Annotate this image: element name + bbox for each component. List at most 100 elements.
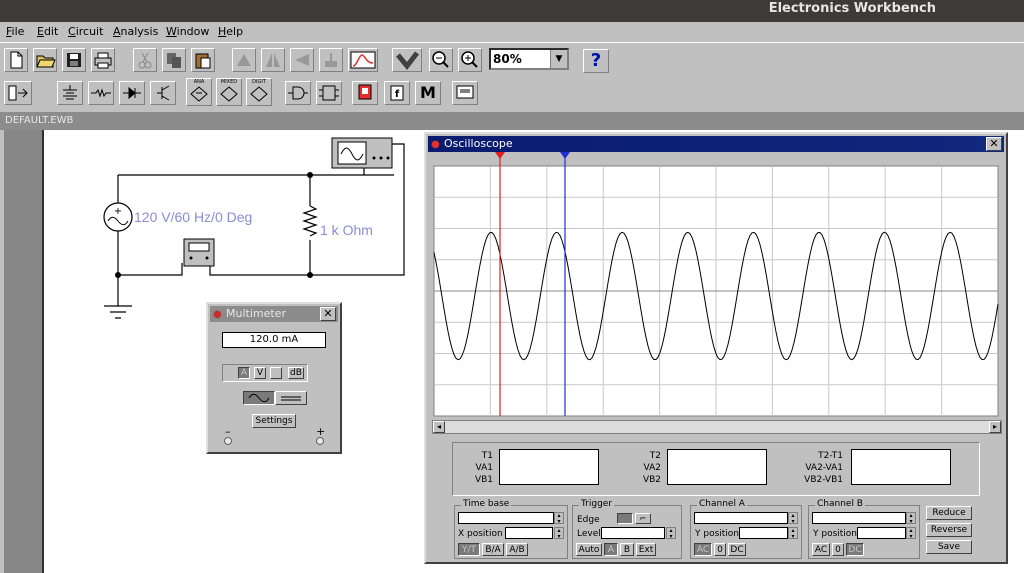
channel-a-ac-button[interactable]: AC	[694, 543, 712, 556]
miscellaneous-bin-icon[interactable]: M	[415, 81, 441, 105]
zoom-select[interactable]: 80% ▼	[489, 48, 569, 70]
dc-mode-button[interactable]	[275, 391, 307, 405]
open-folder-icon[interactable]	[33, 48, 57, 72]
ab-mode-button[interactable]: A/B	[506, 543, 528, 556]
sources-bin-icon[interactable]	[57, 81, 83, 105]
close-icon[interactable]: ✕	[320, 307, 336, 321]
multimeter-titlebar[interactable]: ● Multimeter ✕	[210, 306, 338, 322]
paste-icon[interactable]	[191, 48, 215, 72]
positive-terminal-icon[interactable]	[316, 437, 324, 445]
menu-analysis[interactable]: Analysis	[113, 25, 158, 38]
window-titlebar: Electronics Workbench	[0, 0, 1024, 22]
oscilloscope-component-icon[interactable]	[331, 137, 393, 169]
trigger-ext-button[interactable]: Ext	[636, 543, 656, 556]
flip-vertical-icon[interactable]	[290, 48, 314, 72]
new-file-icon[interactable]	[4, 48, 28, 72]
rising-edge-icon[interactable]	[617, 513, 633, 524]
channel-b-y-position-input[interactable]	[857, 527, 906, 539]
zoom-in-icon[interactable]	[458, 48, 482, 72]
activate-simulation-icon[interactable]	[392, 48, 422, 72]
channel-a-zero-button[interactable]: 0	[714, 543, 726, 556]
channel-b-zero-button[interactable]: 0	[832, 543, 844, 556]
oscilloscope-titlebar[interactable]: ● Oscilloscope ✕	[428, 136, 1004, 152]
flip-horizontal-icon[interactable]	[261, 48, 285, 72]
delta-readout	[851, 449, 951, 485]
menu-circuit[interactable]: Circuit	[68, 25, 103, 38]
cursor-1-handle-icon[interactable]	[495, 152, 505, 159]
ammeter-mode-button[interactable]: A	[238, 367, 250, 379]
x-position-spinner[interactable]: ▴ ▾	[554, 527, 564, 540]
trigger-group: Trigger Edge ⌐ Level ▴ ▾ Auto A B Ext	[572, 499, 682, 559]
channel-a-scale-spinner[interactable]: ▴ ▾	[788, 512, 798, 525]
trigger-b-button[interactable]: B	[620, 543, 634, 556]
copy-icon[interactable]	[162, 48, 186, 72]
help-button[interactable]: ?	[583, 49, 609, 73]
reduce-button[interactable]: Reduce	[926, 506, 972, 520]
x-position-input[interactable]	[505, 527, 553, 539]
timebase-spinner[interactable]: ▴ ▾	[554, 512, 564, 525]
save-disk-icon[interactable]	[62, 48, 86, 72]
timebase-input[interactable]	[458, 512, 554, 524]
trigger-level-spinner[interactable]: ▴ ▾	[666, 527, 676, 540]
ac-mode-button[interactable]	[243, 391, 275, 405]
settings-button[interactable]: Settings	[252, 414, 296, 428]
decibel-mode-button[interactable]: dB	[288, 367, 304, 379]
indicators-bin-icon[interactable]	[352, 81, 378, 105]
channel-a-y-position-spinner[interactable]: ▴ ▾	[788, 527, 798, 540]
reverse-button[interactable]: Reverse	[926, 523, 972, 537]
probe-icon: ●	[431, 139, 440, 150]
rotate-icon[interactable]	[232, 48, 256, 72]
channel-a-scale-input[interactable]	[694, 512, 788, 524]
logic-gates-bin-icon[interactable]	[285, 81, 311, 105]
menu-window[interactable]: Window	[166, 25, 209, 38]
cut-icon[interactable]	[133, 48, 157, 72]
channel-b-scale-input[interactable]	[812, 512, 906, 524]
menu-edit[interactable]: Edit	[37, 25, 58, 38]
diodes-bin-icon[interactable]	[119, 81, 145, 105]
channel-b-y-position-spinner[interactable]: ▴ ▾	[906, 527, 916, 540]
ohmmeter-mode-button[interactable]	[270, 367, 282, 379]
channel-b-scale-spinner[interactable]: ▴ ▾	[906, 512, 916, 525]
digital-ics-bin-icon[interactable]: DIGIT	[246, 78, 272, 106]
trigger-a-button[interactable]: A	[604, 543, 618, 556]
scroll-right-icon[interactable]: ▸	[989, 421, 1001, 433]
digital-bin-icon[interactable]	[316, 81, 342, 105]
channel-b-ac-button[interactable]: AC	[812, 543, 830, 556]
menu-file[interactable]: File	[6, 25, 24, 38]
resistor-zigzag	[302, 205, 318, 237]
close-icon[interactable]: ✕	[986, 137, 1002, 151]
trigger-auto-button[interactable]: Auto	[576, 543, 602, 556]
negative-terminal-icon[interactable]	[224, 437, 232, 445]
channel-a-y-position-input[interactable]	[739, 527, 788, 539]
yt-mode-button[interactable]: Y/T	[458, 543, 480, 556]
transistors-bin-icon[interactable]	[150, 81, 176, 105]
component-properties-icon[interactable]	[319, 48, 343, 72]
falling-edge-icon[interactable]: ⌐	[635, 513, 651, 524]
scope-scrollbar[interactable]: ◂ ▸	[432, 420, 1002, 434]
multimeter-component-icon[interactable]	[183, 238, 215, 267]
timebase-group: Time base ▴ ▾ X position ▴ ▾ Y/T B/A A/B	[454, 499, 568, 559]
voltmeter-mode-button[interactable]: V	[254, 367, 266, 379]
mixed-ics-bin-icon[interactable]: MIXED	[216, 78, 242, 106]
zoom-out-icon[interactable]	[429, 48, 453, 72]
print-icon[interactable]	[91, 48, 115, 72]
cursor-2-handle-icon[interactable]	[560, 152, 570, 159]
controls-bin-icon[interactable]: f	[384, 81, 410, 105]
basic-bin-icon[interactable]	[88, 81, 114, 105]
instruments-bin-icon[interactable]	[452, 81, 478, 105]
channel-b-dc-button[interactable]: DC	[846, 543, 864, 556]
analog-ics-bin-icon[interactable]: ANA	[186, 78, 212, 106]
delta-labels: T2-T1 VA2-VA1 VB2-VB1	[793, 450, 843, 486]
scroll-left-icon[interactable]: ◂	[433, 421, 445, 433]
va2-va1-label: VA2-VA1	[805, 463, 843, 473]
favorites-bin-icon[interactable]	[4, 81, 32, 105]
menu-help[interactable]: Help	[218, 25, 243, 38]
create-subcircuit-icon[interactable]	[348, 48, 378, 72]
save-button[interactable]: Save	[926, 540, 972, 554]
trigger-level-input[interactable]	[601, 527, 665, 539]
scope-display[interactable]	[432, 152, 1000, 422]
channel-a-dc-button[interactable]: DC	[728, 543, 746, 556]
oscilloscope-window: ● Oscilloscope ✕ ◂ ▸ T1 VA1 VB1 T2 VA2 V…	[424, 132, 1008, 564]
chevron-down-icon[interactable]: ▼	[550, 50, 567, 68]
ba-mode-button[interactable]: B/A	[482, 543, 504, 556]
